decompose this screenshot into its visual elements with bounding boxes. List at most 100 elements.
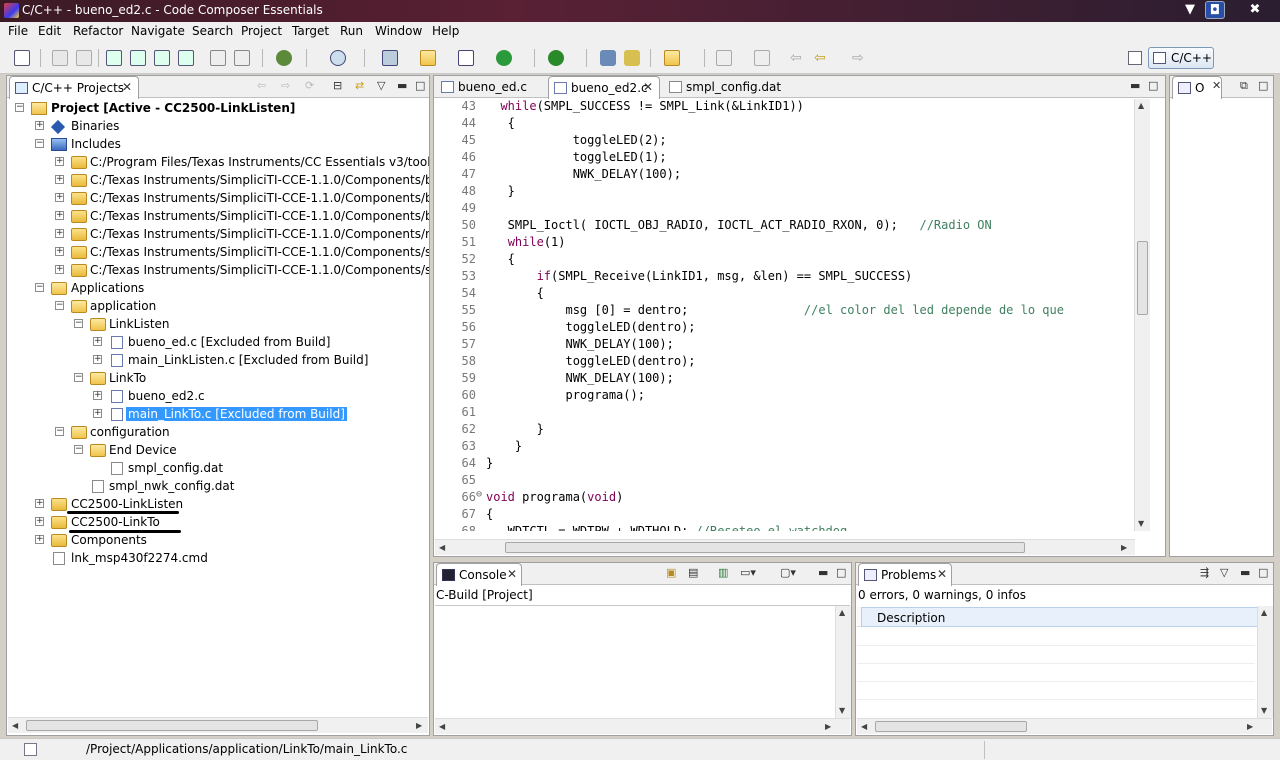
- target-icon[interactable]: [330, 50, 346, 66]
- tab-console[interactable]: Console ✕: [436, 563, 522, 586]
- clean-icon[interactable]: [178, 50, 194, 66]
- maximize-view-icon[interactable]: □: [1148, 79, 1158, 92]
- link-editor-icon[interactable]: ⇄: [355, 79, 364, 92]
- filter-icon[interactable]: ⇶: [1200, 566, 1209, 579]
- code-line[interactable]: 54 {: [434, 286, 1134, 303]
- code-line[interactable]: 45 toggleLED(2);: [434, 133, 1134, 150]
- code-line[interactable]: 59 NWK_DELAY(100);: [434, 371, 1134, 388]
- menu-project[interactable]: Project: [241, 24, 282, 38]
- open-perspective-icon[interactable]: [1128, 51, 1142, 65]
- close-icon[interactable]: ✕: [1212, 79, 1221, 92]
- collapse-all-icon[interactable]: ⊟: [333, 79, 342, 92]
- maximize-button[interactable]: ◘: [1205, 1, 1225, 19]
- code-line[interactable]: 43 while(SMPL_SUCCESS != SMPL_Link(&Link…: [434, 99, 1134, 116]
- next-annotation-icon[interactable]: [716, 50, 732, 66]
- step-icon[interactable]: [210, 50, 226, 66]
- perspective-cpp-button[interactable]: C/C++: [1148, 47, 1214, 69]
- menu-search[interactable]: Search: [192, 24, 233, 38]
- menu-edit[interactable]: Edit: [38, 24, 61, 38]
- prev-annotation-icon[interactable]: [754, 50, 770, 66]
- restore-view-icon[interactable]: ⧉: [1240, 79, 1248, 93]
- code-line[interactable]: 53 if(SMPL_Receive(LinkID1, msg, &len) =…: [434, 269, 1134, 286]
- code-line[interactable]: 64}: [434, 456, 1134, 473]
- menu-navigate[interactable]: Navigate: [131, 24, 185, 38]
- close-icon[interactable]: ✕: [122, 80, 132, 94]
- code-line[interactable]: 50 SMPL_Ioctl( IOCTL_OBJ_RADIO, IOCTL_AC…: [434, 218, 1134, 235]
- code-line[interactable]: 48 }: [434, 184, 1134, 201]
- console-hscrollbar[interactable]: ◀ ▶: [435, 718, 850, 734]
- code-line[interactable]: 57 NWK_DELAY(100);: [434, 337, 1134, 354]
- print-icon[interactable]: [76, 50, 92, 66]
- editor-hscrollbar[interactable]: ◀ ▶: [435, 539, 1135, 555]
- editor-vscrollbar[interactable]: ▲ ▼: [1134, 99, 1150, 531]
- problems-hscrollbar[interactable]: ◀ ▶: [857, 718, 1272, 734]
- hand-icon[interactable]: [234, 50, 250, 66]
- code-line[interactable]: 56 toggleLED(dentro);: [434, 320, 1134, 337]
- tab-bueno-ed2[interactable]: bueno_ed2.c ✕: [548, 76, 660, 99]
- code-area[interactable]: 43 while(SMPL_SUCCESS != SMPL_Link(&Link…: [434, 99, 1134, 531]
- code-line[interactable]: 58 toggleLED(dentro);: [434, 354, 1134, 371]
- code-line[interactable]: 60 programa();: [434, 388, 1134, 405]
- minimize-view-icon[interactable]: ▬: [1240, 566, 1250, 579]
- close-button[interactable]: ✖: [1245, 1, 1265, 19]
- tab-cpp-projects[interactable]: C/C++ Projects ✕: [9, 76, 139, 99]
- menu-target[interactable]: Target: [292, 24, 329, 38]
- close-icon[interactable]: ✕: [937, 567, 947, 581]
- code-line[interactable]: 66 void programa(void) ⊖: [434, 489, 1134, 507]
- minimize-view-icon[interactable]: ▬: [397, 79, 407, 92]
- scroll-lock-icon[interactable]: ▣: [666, 566, 676, 579]
- open-console-icon[interactable]: ▢▾: [780, 566, 796, 579]
- tab-bueno-ed[interactable]: bueno_ed.c: [436, 76, 546, 98]
- maximize-view-icon[interactable]: □: [1258, 79, 1268, 92]
- tab-smpl-config[interactable]: smpl_config.dat: [664, 76, 794, 98]
- display-console-icon[interactable]: ▭▾: [740, 566, 756, 579]
- build-all-icon[interactable]: [130, 50, 146, 66]
- up-icon[interactable]: ⟳: [305, 79, 314, 92]
- back-icon[interactable]: ⇦: [814, 50, 830, 66]
- menu-file[interactable]: File: [8, 24, 28, 38]
- console-vscrollbar[interactable]: ▲ ▼: [835, 606, 851, 719]
- problems-vscrollbar[interactable]: ▲ ▼: [1257, 606, 1273, 719]
- refresh-icon[interactable]: [496, 50, 512, 66]
- close-icon[interactable]: ✕: [507, 567, 517, 581]
- folder-icon[interactable]: [664, 50, 680, 66]
- minimize-button[interactable]: ▼: [1180, 1, 1200, 19]
- build-icon[interactable]: [106, 50, 122, 66]
- minimize-view-icon[interactable]: ▬: [818, 566, 828, 579]
- open-folder-icon[interactable]: [420, 50, 436, 66]
- view-menu-icon[interactable]: ▽: [1220, 566, 1228, 579]
- fold-icon[interactable]: ⊖: [476, 489, 482, 500]
- explorer-hscrollbar[interactable]: ◀ ▶: [8, 717, 428, 733]
- clear-console-icon[interactable]: ▤: [688, 566, 698, 579]
- menu-refactor[interactable]: Refactor: [73, 24, 123, 38]
- code-line[interactable]: 44 {: [434, 116, 1134, 133]
- pin-console-icon[interactable]: ▥: [718, 566, 728, 579]
- run-icon[interactable]: [548, 50, 564, 66]
- scroll-thumb[interactable]: [875, 721, 1027, 732]
- code-line[interactable]: 67 {: [434, 507, 1134, 524]
- maximize-view-icon[interactable]: □: [1258, 566, 1268, 579]
- back-nav-icon[interactable]: ⇦: [257, 79, 266, 92]
- minimize-view-icon[interactable]: ▬: [1130, 79, 1140, 92]
- save-icon[interactable]: [52, 50, 68, 66]
- code-line[interactable]: 49: [434, 201, 1134, 218]
- code-line[interactable]: 62 }: [434, 422, 1134, 439]
- tab-problems[interactable]: Problems ✕: [858, 563, 952, 586]
- scroll-thumb[interactable]: [1137, 241, 1148, 315]
- forward-nav-icon[interactable]: ⇨: [281, 79, 290, 92]
- open-type-icon[interactable]: [600, 50, 616, 66]
- code-line[interactable]: 51 while(1): [434, 235, 1134, 252]
- last-edit-icon[interactable]: ⇦: [790, 50, 806, 66]
- search-icon[interactable]: [624, 50, 640, 66]
- code-line[interactable]: 61: [434, 405, 1134, 422]
- maximize-view-icon[interactable]: □: [836, 566, 846, 579]
- menu-run[interactable]: Run: [340, 24, 363, 38]
- new-icon[interactable]: [14, 50, 30, 66]
- view-menu-icon[interactable]: ▽: [377, 79, 385, 92]
- code-line[interactable]: 52 {: [434, 252, 1134, 269]
- menu-window[interactable]: Window: [375, 24, 422, 38]
- code-line[interactable]: 47 NWK_DELAY(100);: [434, 167, 1134, 184]
- scroll-thumb[interactable]: [26, 720, 318, 731]
- rebuild-icon[interactable]: [154, 50, 170, 66]
- debug-icon[interactable]: [276, 50, 292, 66]
